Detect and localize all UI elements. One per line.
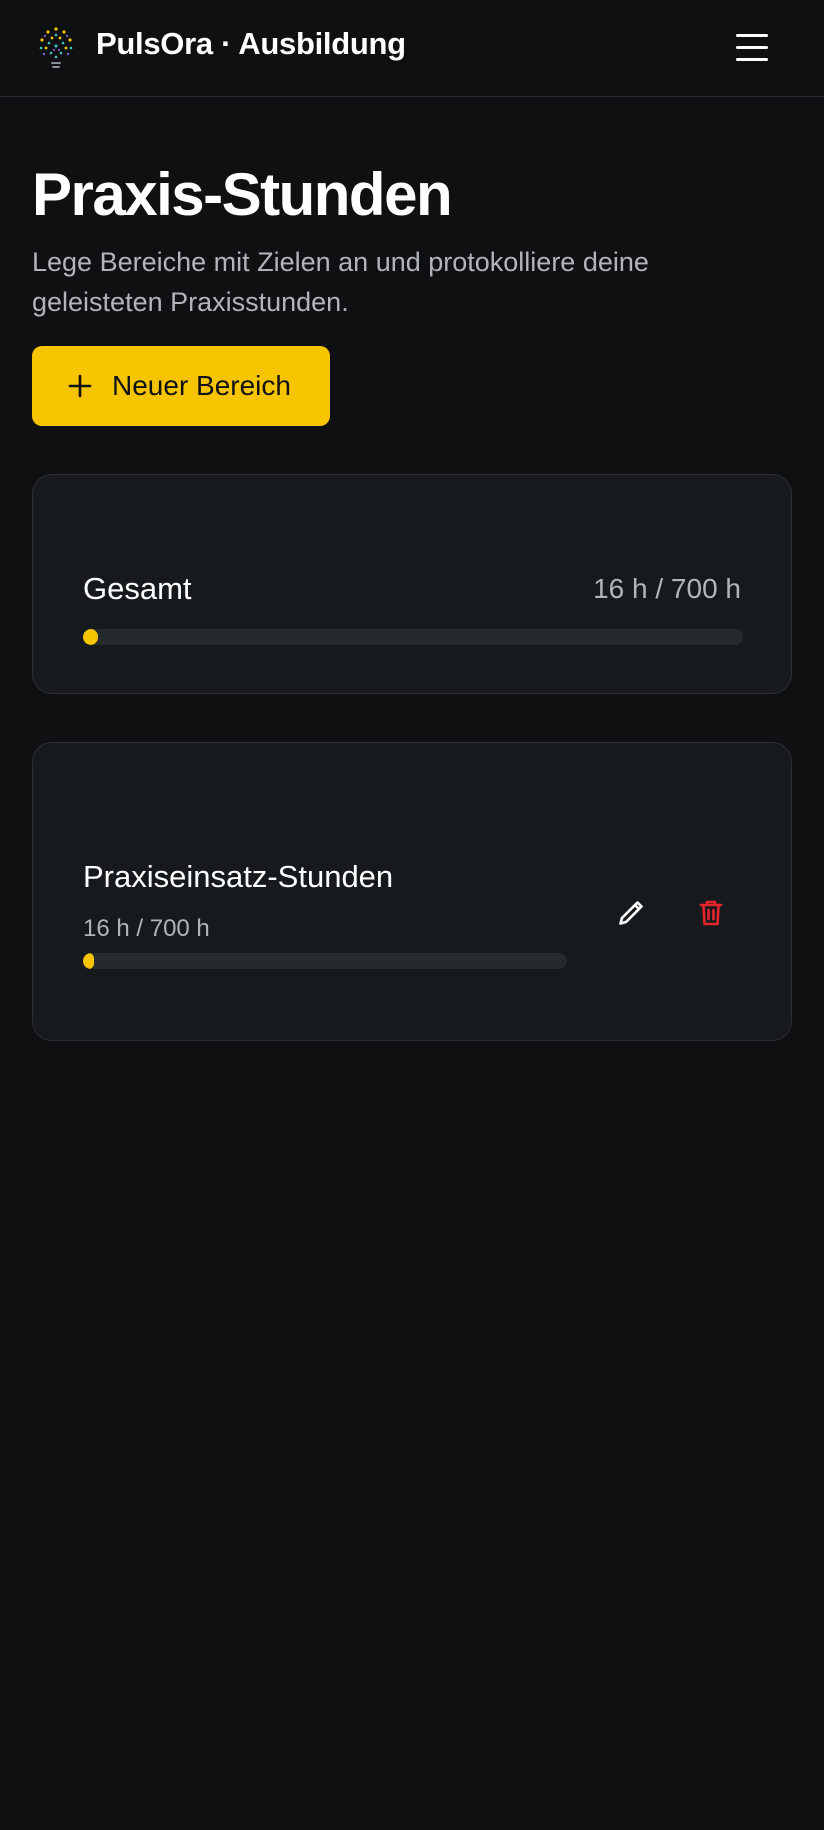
area-progress-fill bbox=[83, 953, 95, 969]
area-card: Praxiseinsatz-Stunden 16 h / 700 h bbox=[32, 742, 792, 1041]
hamburger-menu-icon[interactable] bbox=[730, 26, 774, 70]
delete-area-button[interactable] bbox=[687, 889, 735, 937]
edit-area-button[interactable] bbox=[607, 889, 655, 937]
logo-icon[interactable] bbox=[34, 24, 78, 72]
menu-line bbox=[736, 46, 768, 49]
total-progress-fill bbox=[83, 629, 99, 645]
total-progress-bar bbox=[83, 629, 743, 645]
total-card: Gesamt 16 h / 700 h bbox=[32, 474, 792, 694]
app-header: PulsOra · Ausbildung bbox=[0, 0, 824, 97]
page-title: Praxis-Stunden bbox=[32, 161, 453, 228]
trash-icon bbox=[699, 900, 723, 926]
area-progress-bar bbox=[83, 953, 567, 969]
menu-line bbox=[736, 34, 768, 37]
page-description: Lege Bereiche mit Zielen an und protokol… bbox=[32, 247, 649, 317]
pencil-icon bbox=[619, 901, 643, 925]
new-area-button[interactable]: Neuer Bereich bbox=[32, 346, 330, 426]
total-label: Gesamt bbox=[83, 571, 192, 606]
brand-title[interactable]: PulsOra · Ausbildung bbox=[96, 26, 406, 62]
total-value: 16 h / 700 h bbox=[593, 573, 741, 604]
plus-icon bbox=[68, 374, 92, 398]
new-area-button-label: Neuer Bereich bbox=[112, 370, 291, 401]
menu-line bbox=[736, 58, 768, 61]
area-name: Praxiseinsatz-Stunden bbox=[83, 859, 394, 894]
area-value: 16 h / 700 h bbox=[83, 915, 210, 942]
